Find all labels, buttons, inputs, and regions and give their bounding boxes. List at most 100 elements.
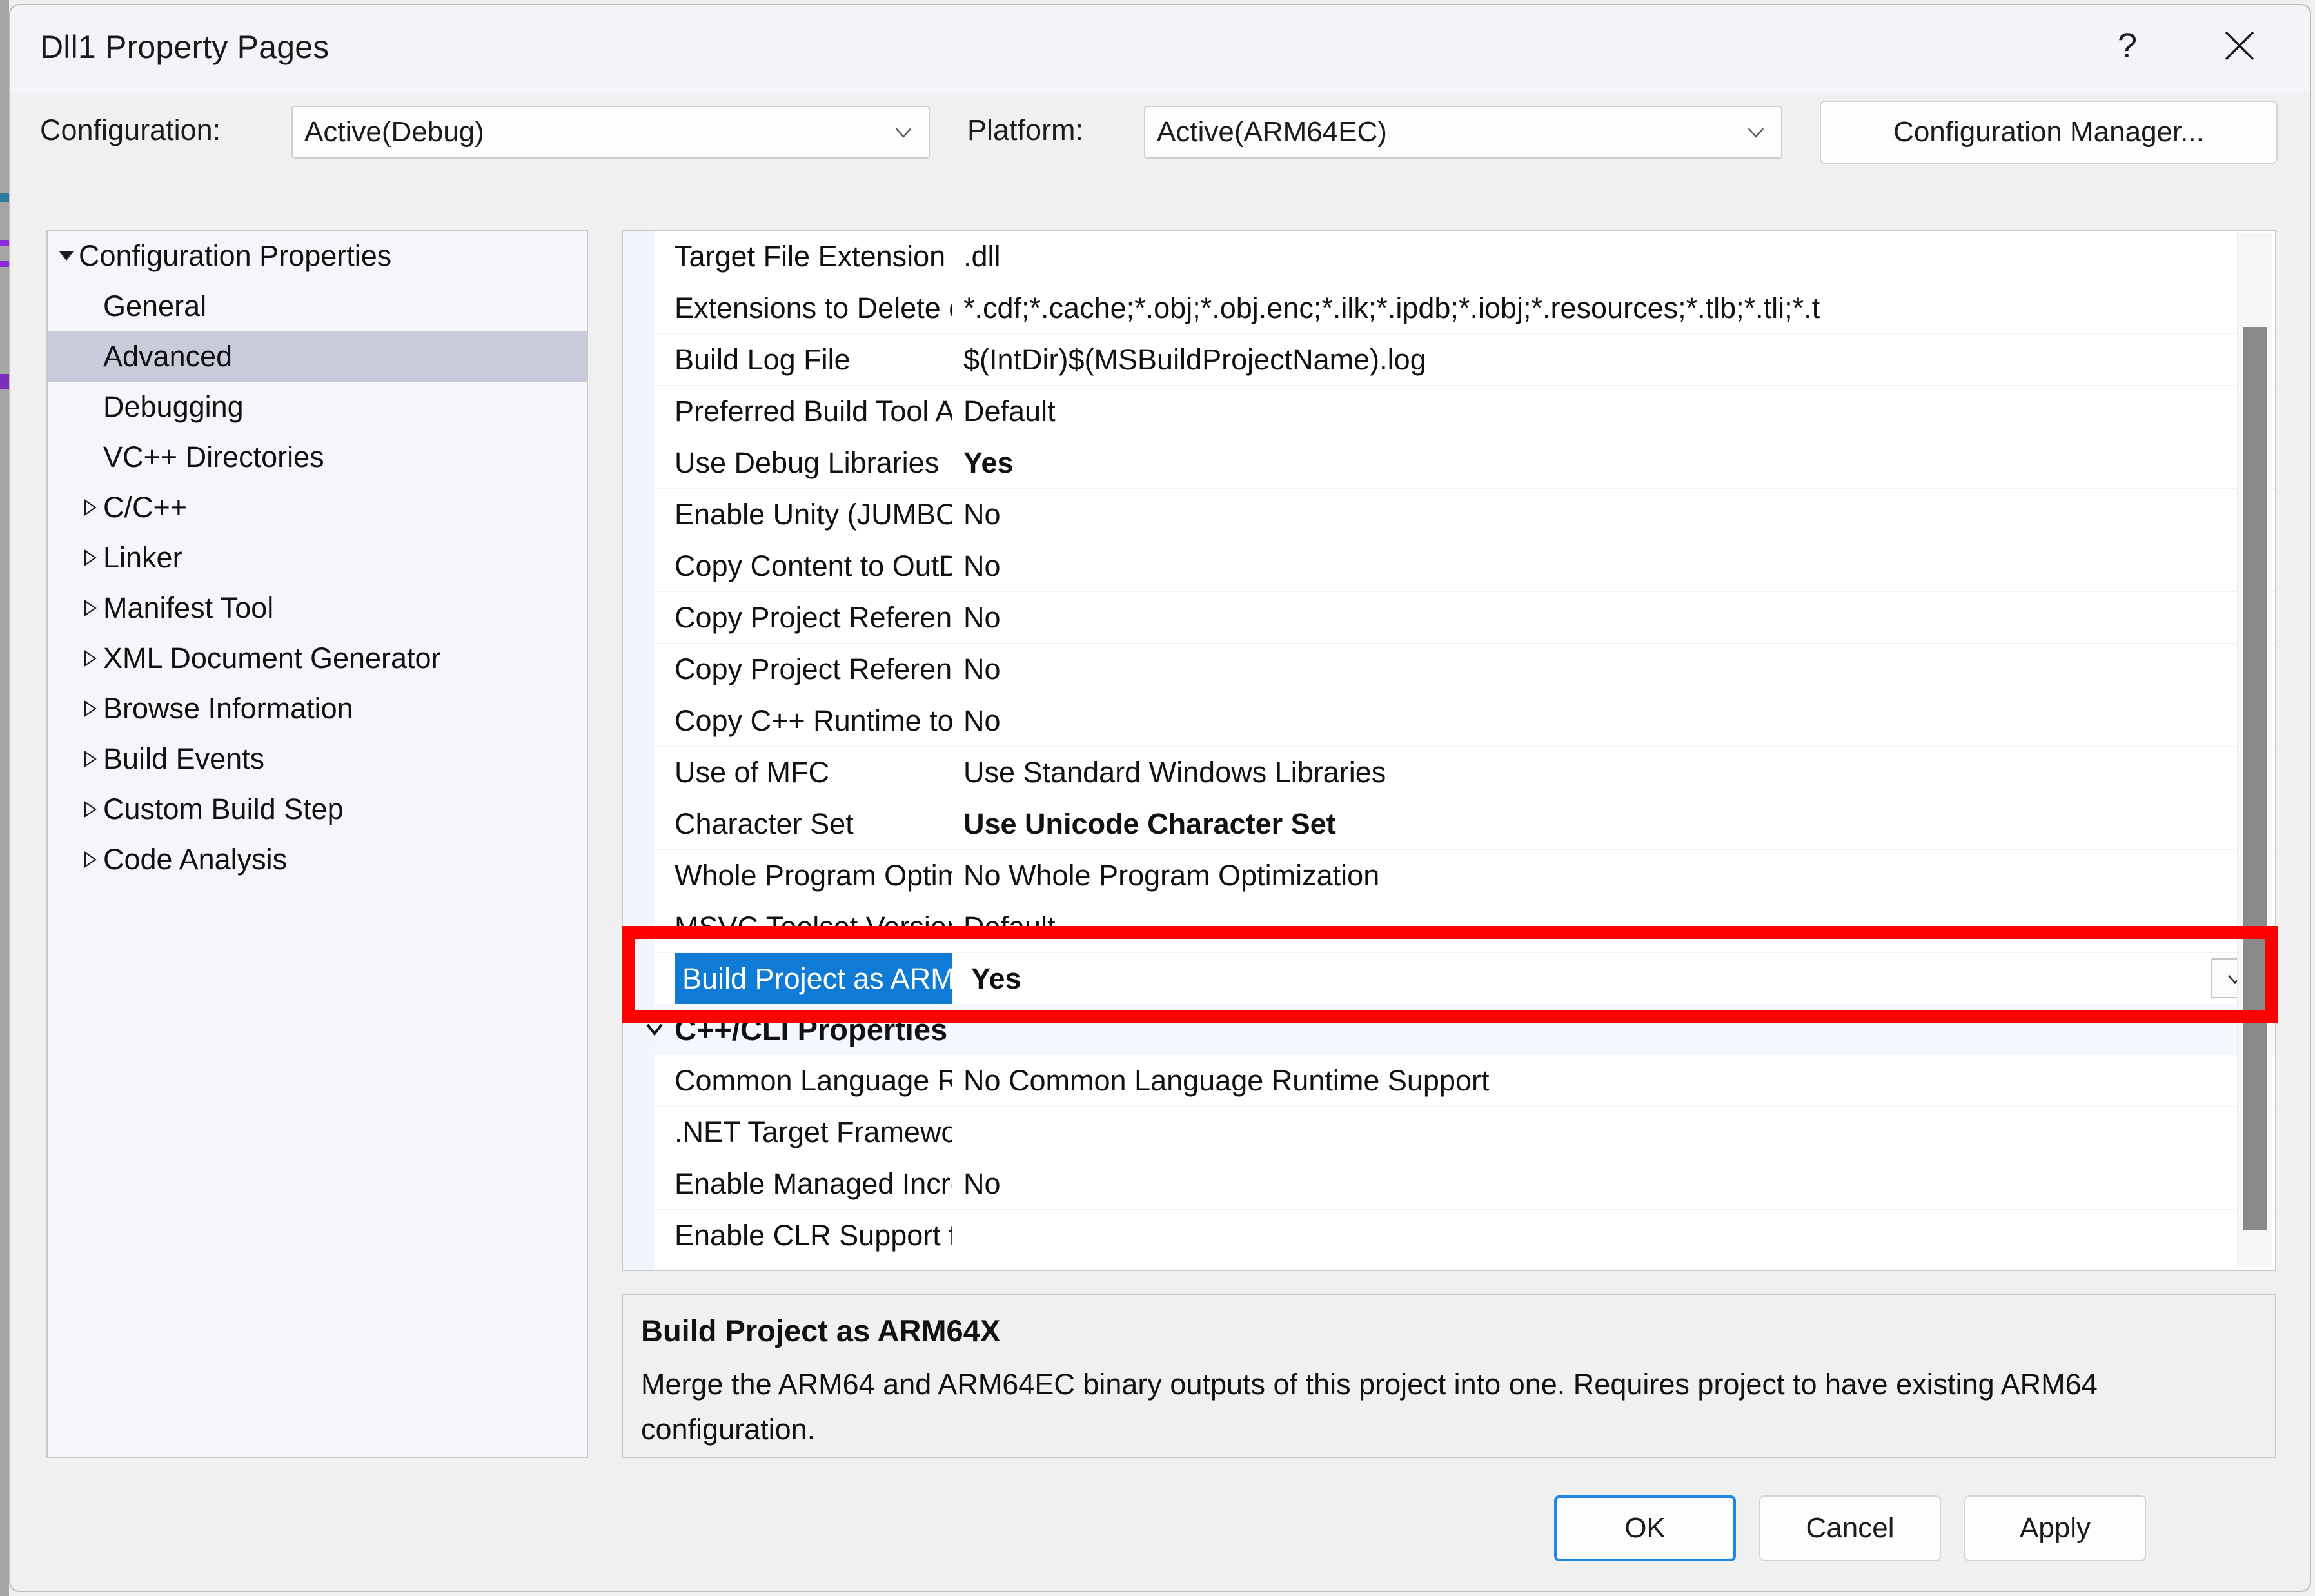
property-name: Build Project as ARM64X (675, 953, 952, 1004)
ok-label: OK (1624, 1512, 1666, 1544)
property-row[interactable]: Build Project as ARM64X Yes (655, 953, 2275, 1004)
tree-item-label: Debugging (103, 390, 244, 423)
property-name: Preferred Build Tool Architecture (675, 386, 952, 437)
tree-item-xml-document-generator[interactable]: XML Document Generator (48, 633, 587, 684)
grid-scrollbar[interactable] (2237, 233, 2272, 1267)
property-value: No Whole Program Optimization (963, 859, 1380, 892)
property-row[interactable]: Copy Project References to OutDi No (655, 592, 2275, 644)
description-title: Build Project as ARM64X (641, 1314, 1001, 1348)
ok-button[interactable]: OK (1554, 1495, 1736, 1561)
property-name: Copy Content to OutDir (675, 540, 952, 591)
title-bar: Dll1 Property Pages ? (10, 5, 2310, 94)
property-value: No (963, 498, 1001, 531)
property-row[interactable]: .NET Target Framework Version (655, 1107, 2275, 1158)
configuration-label: Configuration: (40, 113, 221, 146)
property-value: Default (963, 395, 1056, 428)
tree-item-c-c[interactable]: C/C++ (48, 482, 587, 533)
property-value: No (963, 1167, 1001, 1200)
property-row[interactable]: Copy C++ Runtime to OutDir No (655, 695, 2275, 747)
property-name: .NET Target Framework Version (675, 1107, 952, 1158)
property-value: Use Standard Windows Libraries (963, 756, 1386, 789)
apply-label: Apply (2019, 1512, 2091, 1544)
configuration-dropdown[interactable]: Active(Debug) (291, 106, 930, 159)
property-value: No (963, 601, 1001, 634)
question-mark-icon: ? (2117, 26, 2138, 65)
property-name: Use Debug Libraries (675, 437, 952, 488)
tree-item-vc-directories[interactable]: VC++ Directories (48, 432, 587, 482)
property-name: Use of MFC (675, 747, 952, 798)
property-name: MSVC Toolset Version (675, 901, 952, 952)
property-row[interactable]: Use Debug Libraries Yes (655, 437, 2275, 489)
tree-item-linker[interactable]: Linker (48, 533, 587, 583)
property-name: Enable Managed Incremental Buil (675, 1158, 952, 1209)
apply-button[interactable]: Apply (1964, 1495, 2146, 1561)
platform-dropdown[interactable]: Active(ARM64EC) (1144, 106, 1782, 159)
tree-item-general[interactable]: General (48, 281, 587, 331)
property-row[interactable]: Enable CLR Support for Individual (655, 1210, 2275, 1261)
grid-group-header[interactable]: C++/CLI Properties (646, 1004, 2275, 1055)
property-value (963, 1107, 2275, 1158)
background-marker (0, 374, 9, 389)
background-marker (0, 193, 9, 202)
tree-item-build-events[interactable]: Build Events (48, 734, 587, 784)
property-row[interactable]: Use of MFC Use Standard Windows Libraries (655, 747, 2275, 798)
property-row[interactable]: Extensions to Delete on Clean *.cdf;*.cac… (655, 282, 2275, 334)
property-name: Enable CLR Support for Individual (675, 1210, 952, 1261)
property-row[interactable]: Target File Extension .dll (655, 231, 2275, 282)
tree-item-custom-build-step[interactable]: Custom Build Step (48, 784, 587, 834)
property-row[interactable]: Copy Project References' Symbols No (655, 644, 2275, 695)
property-row[interactable]: Character Set Use Unicode Character Set (655, 798, 2275, 850)
grid-group-label: C++/CLI Properties (675, 1012, 948, 1047)
property-row[interactable]: Preferred Build Tool Architecture Default (655, 386, 2275, 437)
tree-item-manifest-tool[interactable]: Manifest Tool (48, 583, 587, 633)
chevron-down-icon (1748, 128, 1764, 138)
property-value: *.cdf;*.cache;*.obj;*.obj.enc;*.ilk;*.ip… (963, 291, 1820, 324)
property-value: Use Unicode Character Set (963, 807, 1336, 840)
property-grid[interactable]: Target File Extension .dll Extensions to D… (622, 230, 2276, 1271)
tree-item-browse-information[interactable]: Browse Information (48, 684, 587, 734)
configuration-manager-button[interactable]: Configuration Manager... (1820, 101, 2278, 164)
property-value: Yes (971, 962, 1021, 995)
property-row[interactable]: Copy Content to OutDir No (655, 540, 2275, 592)
property-row[interactable]: Common Language Runtime Sup No Common Lan… (655, 1055, 2275, 1107)
tree-item-label: Custom Build Step (103, 793, 344, 825)
tree-item-label: VC++ Directories (103, 440, 324, 473)
tree-item-code-analysis[interactable]: Code Analysis (48, 834, 587, 885)
property-value: $(IntDir)$(MSBuildProjectName).log (963, 343, 1426, 376)
cancel-button[interactable]: Cancel (1759, 1495, 1941, 1561)
property-row[interactable]: Enable Managed Incremental Buil No (655, 1158, 2275, 1210)
description-body: Merge the ARM64 and ARM64EC binary outpu… (641, 1368, 2098, 1446)
property-row[interactable]: Enable Unity (JUMBO) Build No (655, 489, 2275, 540)
tree-item-label: Configuration Properties (79, 239, 392, 272)
tree-item-label: Build Events (103, 742, 265, 775)
property-row[interactable]: Whole Program Optimization No Whole Progr… (655, 850, 2275, 901)
page-title: Dll1 Property Pages (40, 29, 330, 65)
triangle-right-icon[interactable] (80, 834, 99, 900)
property-row[interactable]: MSVC Toolset Version Default (655, 901, 2275, 953)
property-name: Extensions to Delete on Clean (675, 282, 952, 333)
ide-background-strip (0, 0, 9, 1596)
properties-tree[interactable]: Configuration Properties General Advanced D… (46, 230, 588, 1458)
property-name: Common Language Runtime Sup (675, 1055, 952, 1106)
help-button[interactable]: ? (2079, 5, 2176, 86)
tree-item-label: Code Analysis (103, 843, 288, 876)
tree-item-label: Advanced (103, 340, 233, 373)
property-value: No (963, 704, 1001, 737)
close-button[interactable] (2191, 5, 2288, 86)
property-row[interactable]: Build Log File $(IntDir)$(MSBuildProjectN… (655, 334, 2275, 386)
grid-scrollbar-thumb[interactable] (2243, 327, 2267, 1230)
chevron-down-icon (895, 128, 912, 138)
property-name: Copy C++ Runtime to OutDir (675, 695, 952, 746)
tree-item-configuration-properties[interactable]: Configuration Properties (48, 231, 587, 281)
close-icon (2225, 31, 2254, 61)
tree-item-label: Linker (103, 541, 182, 574)
tree-item-label: C/C++ (103, 491, 188, 524)
cancel-label: Cancel (1806, 1512, 1895, 1544)
property-name: Build Log File (675, 334, 952, 385)
property-name: Enable Unity (JUMBO) Build (675, 489, 952, 540)
tree-item-advanced[interactable]: Advanced (48, 331, 587, 382)
property-value: No (963, 549, 1001, 582)
configuration-bar: Configuration: Active(Debug) Platform: A… (10, 94, 2310, 173)
platform-value: Active(ARM64EC) (1157, 116, 1387, 148)
tree-item-debugging[interactable]: Debugging (48, 382, 587, 432)
